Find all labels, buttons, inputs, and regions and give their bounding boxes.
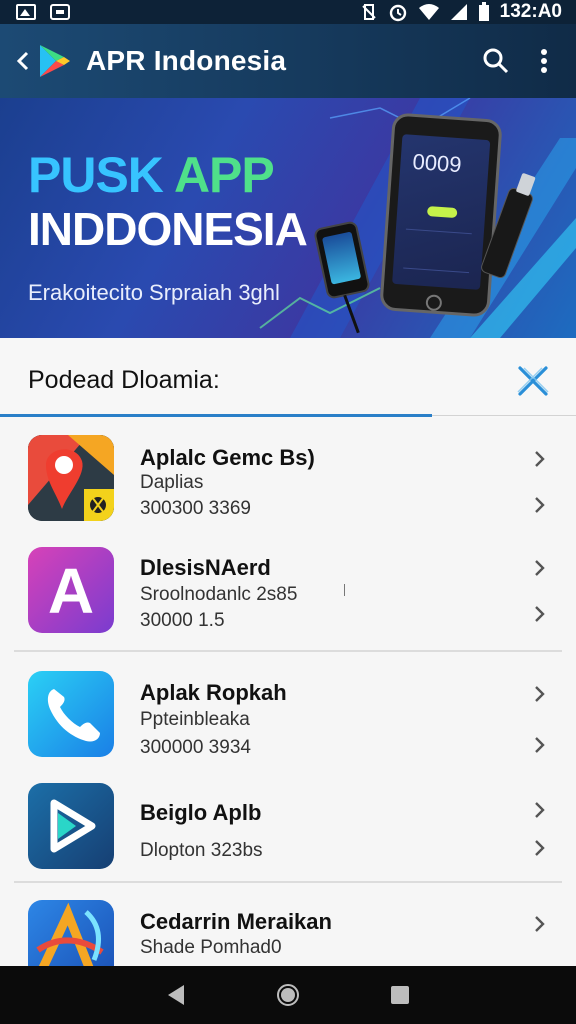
- app-name: Aplak Ropkah: [140, 680, 287, 705]
- phone-time: 0009: [411, 148, 463, 178]
- app-line2: 300300 3369: [140, 498, 251, 519]
- battery-icon: [478, 2, 489, 21]
- status-bar: 132:A0: [0, 0, 576, 24]
- app-line2: 300000 3934: [140, 737, 251, 758]
- app-line1: Daplias: [140, 472, 204, 493]
- nav-home-icon[interactable]: [268, 975, 308, 1015]
- promo-banner[interactable]: PUSK APP INDDONESIA Erakoitecito Srpraia…: [0, 98, 576, 338]
- maps-app-icon: [28, 435, 114, 521]
- app-icon-letter: A: [47, 555, 95, 627]
- section-line-rest: [432, 415, 576, 416]
- section-header: Podead Dloamia:: [0, 338, 576, 418]
- status-left: [16, 4, 70, 20]
- status-time: 132:A0: [499, 1, 562, 22]
- play-logo-icon: [36, 41, 72, 81]
- chevron-right-icon: [535, 916, 545, 932]
- wifi-icon: [418, 4, 439, 20]
- play-app-icon: [28, 783, 114, 869]
- chevron-right-icon: [535, 802, 545, 818]
- app-bar: APR Indonesia: [0, 24, 576, 98]
- nav-recents-icon[interactable]: [380, 975, 420, 1015]
- app-name: Cedarrin Meraikan: [140, 909, 332, 934]
- nav-back-icon[interactable]: [156, 975, 196, 1015]
- cursor-mark: [344, 584, 345, 596]
- sim-icon: [50, 4, 70, 20]
- app-line1: Ppteinbleaka: [140, 709, 250, 730]
- chevron-right-icon: [535, 560, 545, 576]
- phone-rows: [403, 228, 472, 274]
- status-right: 132:A0: [360, 1, 562, 23]
- screen: 132:A0 APR Indonesia PUSK APP INDDONESIA…: [0, 0, 576, 1024]
- phone-image: 0009: [379, 112, 503, 318]
- chevron-right-icon: [535, 497, 545, 513]
- list-divider: [14, 881, 562, 883]
- section-title: Podead Dloamia:: [28, 366, 220, 394]
- search-icon[interactable]: [472, 37, 520, 85]
- back-icon[interactable]: [12, 41, 34, 81]
- nav-bar: [0, 966, 576, 1024]
- image-icon: [16, 4, 36, 20]
- vibrate-icon: [361, 4, 376, 20]
- chevron-right-icon: [535, 737, 545, 753]
- banner-subtitle: Erakoitecito Srpraiah 3ghl: [28, 280, 280, 305]
- signal-icon: [450, 4, 467, 20]
- chevron-right-icon: [535, 840, 545, 856]
- app-line1: Sroolnodanlc 2s85: [140, 584, 298, 605]
- phone-app-icon: [28, 671, 114, 757]
- app-title: APR Indonesia: [86, 45, 287, 76]
- app-name: Beiglo Aplb: [140, 800, 262, 825]
- section-underline: [0, 414, 432, 417]
- app-name: Aplalc Gemc Bs): [140, 445, 315, 470]
- chevron-right-icon: [535, 686, 545, 702]
- app-line1: Dlopton 323bs: [140, 840, 263, 861]
- banner-title-line2: INDDONESIA: [28, 203, 308, 255]
- close-icon[interactable]: [514, 364, 552, 398]
- phone-pill: [426, 206, 458, 219]
- list-divider: [14, 650, 562, 652]
- banner-title-part1: PUSK: [28, 147, 174, 203]
- more-vert-icon[interactable]: [520, 37, 568, 85]
- chevron-right-icon: [535, 451, 545, 467]
- alarm-icon: [389, 4, 406, 22]
- banner-title-line1: PUSK APP: [28, 146, 275, 204]
- letter-a-app-icon: A: [28, 547, 114, 633]
- chevron-right-icon: [535, 606, 545, 622]
- app-line1: Shade Pomhad0: [140, 937, 282, 958]
- app-name: DlesisNAerd: [140, 555, 271, 580]
- app-line2: 30000 1.5: [140, 610, 225, 631]
- banner-title-part2: APP: [173, 147, 275, 203]
